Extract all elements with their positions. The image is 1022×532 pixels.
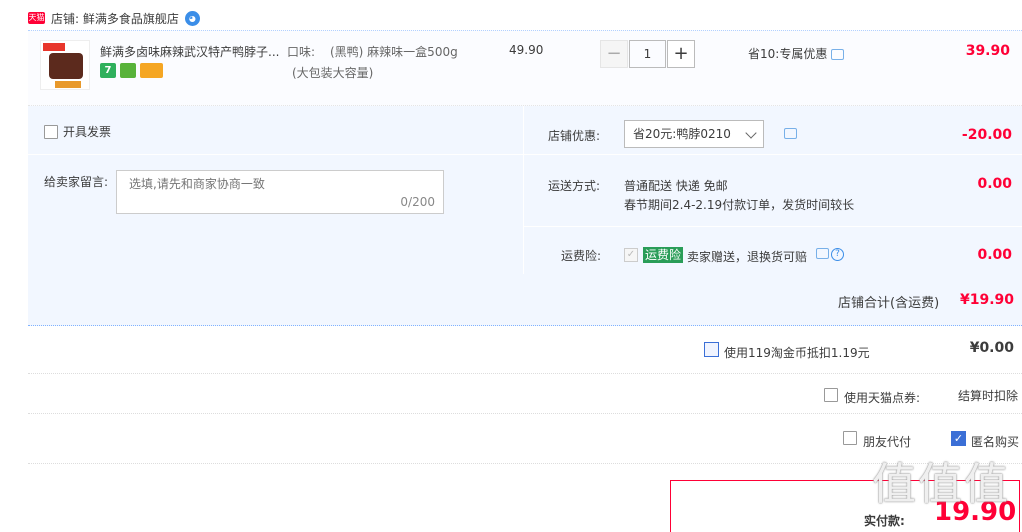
insurance-text: 卖家赠送，退换货可赔 — [687, 250, 808, 264]
shipping-fee: 0.00 — [977, 176, 1012, 192]
order-item-row — [28, 30, 1022, 106]
quantity-input[interactable]: 1 — [629, 40, 666, 68]
chat-icon[interactable] — [784, 128, 797, 139]
shop-name[interactable]: 店铺: 鲜满多食品旗舰店 — [51, 10, 179, 27]
watermark: 值值值 — [872, 459, 1010, 510]
remark-input[interactable] — [129, 177, 389, 191]
insurance-icons: ? — [816, 248, 844, 261]
shop-header: 天猫 店铺: 鲜满多食品旗舰店 ◕ — [28, 8, 200, 28]
payment-label: 实付款: — [864, 514, 905, 528]
service-badges: 7 — [100, 63, 163, 78]
product-thumbnail[interactable] — [40, 40, 90, 90]
shipping-label: 运送方式: — [548, 179, 601, 193]
shop-discount-select[interactable]: 省20元:鸭脖0210 — [624, 120, 764, 148]
item-promo: 省10:专属优惠 — [748, 45, 845, 62]
insurance-checkbox: ✓ — [624, 248, 638, 262]
shipping-notice: 春节期间2.4-2.19付款订单，发货时间较长 — [624, 198, 855, 212]
sku-extra: (大包装大容量) — [292, 66, 374, 80]
shop-discount-selected: 省20元:鸭脖0210 — [633, 127, 731, 141]
help-icon[interactable]: ? — [831, 248, 844, 261]
coin-value: ¥0.00 — [969, 340, 1014, 356]
quantity-minus-button[interactable]: − — [600, 40, 628, 68]
item-subtotal: 39.90 — [965, 43, 1010, 59]
insurance-label: 运费险: — [561, 249, 602, 263]
remark-label: 给卖家留言: — [44, 175, 109, 189]
chat-icon[interactable] — [816, 248, 829, 259]
wangwang-chat-icon[interactable]: ◕ — [184, 10, 200, 26]
shop-discount-label: 店铺优惠: — [548, 129, 601, 143]
shipping-method: 普通配送 快递 免邮 — [624, 179, 728, 193]
sku-value: (黑鸭) 麻辣味一盒500g — [330, 45, 458, 59]
unit-price: 49.90 — [509, 43, 544, 57]
item-promo-text: 省10:专属优惠 — [748, 47, 828, 61]
shop-total-label: 店铺合计(含运费) — [838, 296, 940, 311]
coin-checkbox[interactable] — [704, 342, 719, 357]
shop-discount-value: -20.00 — [961, 127, 1012, 143]
coin-label: 使用119淘金币抵扣1.19元 — [724, 346, 870, 360]
quantity-stepper: − 1 + — [600, 40, 695, 68]
chevron-down-icon — [745, 127, 757, 139]
insurance-value: 0.00 — [977, 247, 1012, 263]
credit-card-icon — [140, 63, 163, 78]
seven-day-return-icon: 7 — [100, 63, 116, 78]
sku-label: 口味: — [287, 45, 316, 59]
tmall-logo-icon: 天猫 — [28, 12, 45, 24]
voucher-label: 使用天猫点券: — [844, 391, 921, 405]
quantity-plus-button[interactable]: + — [667, 40, 695, 68]
anonymous-checkbox[interactable]: ✓ — [951, 431, 966, 446]
chat-icon[interactable] — [831, 49, 845, 60]
coin-row — [28, 326, 1022, 374]
shop-total-value: ¥19.90 — [959, 292, 1014, 308]
friend-pay-checkbox[interactable] — [843, 431, 857, 445]
invoice-option[interactable]: 开具发票 — [44, 123, 111, 140]
remark-char-count: 0/200 — [400, 195, 435, 209]
voucher-value: 结算时扣除 — [958, 389, 1019, 403]
guarantee-icon — [120, 63, 136, 78]
invoice-checkbox[interactable] — [44, 124, 58, 139]
insurance-tag: 运费险 — [643, 247, 684, 263]
product-title[interactable]: 鲜满多卤味麻辣武汉特产鸭脖子... — [100, 43, 279, 60]
remark-field[interactable]: 0/200 — [116, 170, 444, 214]
invoice-label: 开具发票 — [63, 125, 112, 139]
voucher-checkbox[interactable] — [824, 388, 838, 402]
